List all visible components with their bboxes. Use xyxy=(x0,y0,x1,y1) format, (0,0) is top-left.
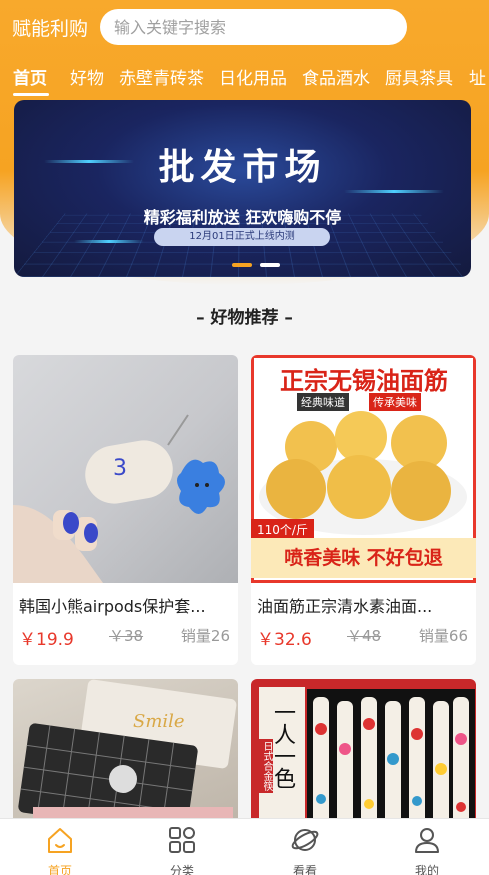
tab-food-wine[interactable]: 食品酒水 xyxy=(302,64,370,89)
planet-icon xyxy=(291,829,319,851)
nav-label: 分类 xyxy=(169,864,194,875)
image-unit-label: 110个/斤 xyxy=(251,519,314,540)
banner-dot[interactable] xyxy=(260,263,280,267)
gluten-balls-illustration xyxy=(259,411,467,535)
tab-more[interactable]: 址 xyxy=(469,64,486,89)
product-image-floor-mat[interactable]: Smile xyxy=(13,679,238,829)
search-bar[interactable] xyxy=(100,9,407,45)
chopstick-slogan: 一人一色 xyxy=(270,701,295,789)
product-price: ￥32.6 xyxy=(257,630,312,650)
banner-subtitle: 精彩福利放送 狂欢嗨购不停 xyxy=(143,208,342,227)
banner-pagination xyxy=(232,263,280,267)
product-image-airpods-case[interactable]: 3 xyxy=(13,355,238,583)
banner-light-streak xyxy=(74,240,144,243)
nav-label: 看看 xyxy=(292,864,317,875)
banner-light-streak xyxy=(344,190,444,193)
bottom-nav: 首页 分类 看看 我的 xyxy=(0,818,489,875)
product-card[interactable]: Smile xyxy=(13,679,238,829)
tab-goods[interactable]: 好物 xyxy=(70,64,104,89)
product-name: 油面筋正宗清水素油面... xyxy=(257,597,433,616)
nav-label: 我的 xyxy=(414,864,439,875)
tab-kitchenware[interactable]: 厨具茶具 xyxy=(385,64,453,89)
chopsticks-illustration xyxy=(307,689,475,829)
mat-text: Smile xyxy=(133,711,185,732)
product-price: ￥19.9 xyxy=(19,630,74,650)
header: 赋能利购 xyxy=(0,0,489,56)
product-image-gluten-balls[interactable]: 正宗无锡油面筋 经典味道 传承美味 110个/斤 喷香美味 不好包退 xyxy=(251,355,476,583)
image-footer: 喷香美味 不好包退 xyxy=(251,538,476,578)
promo-banner[interactable]: 批发市场 精彩福利放送 狂欢嗨购不停 12月01日正式上线内测 xyxy=(14,100,471,277)
image-headline: 正宗无锡油面筋 xyxy=(280,367,448,395)
product-card[interactable]: 3 韩国小熊airpods保护套... ￥19.9 ￥38 销量26 xyxy=(13,355,238,665)
nav-label: 首页 xyxy=(47,864,72,875)
user-icon xyxy=(415,828,439,853)
tab-daily-chem[interactable]: 日化用品 xyxy=(219,64,287,89)
airpods-case-illustration: 3 xyxy=(13,414,225,583)
nav-profile[interactable]: 我的 xyxy=(397,825,457,875)
nav-home[interactable]: 首页 xyxy=(30,825,90,875)
search-input[interactable] xyxy=(114,17,407,37)
product-card[interactable]: 一人一色 日式合金筷 xyxy=(251,679,476,829)
category-tabs: 首页 好物 赤壁青砖茶 日化用品 食品酒水 厨具茶具 址 xyxy=(0,60,489,96)
tab-active-indicator xyxy=(13,93,49,96)
banner-dot-active[interactable] xyxy=(232,263,252,267)
nav-explore[interactable]: 看看 xyxy=(275,825,335,875)
svg-text:3: 3 xyxy=(113,456,127,481)
banner-date-pill: 12月01日正式上线内测 xyxy=(154,228,330,246)
banner-title: 批发市场 xyxy=(158,147,327,188)
tab-chibi-tea[interactable]: 赤壁青砖茶 xyxy=(119,64,204,89)
category-grid-icon xyxy=(169,827,195,853)
tab-home[interactable]: 首页 xyxy=(13,64,47,89)
product-image-chopsticks[interactable]: 一人一色 日式合金筷 xyxy=(251,679,476,829)
product-name: 韩国小熊airpods保护套... xyxy=(19,597,206,616)
product-sales: 销量26 xyxy=(180,627,230,645)
product-original-price: ￥38 xyxy=(109,627,144,645)
home-icon xyxy=(48,828,72,853)
product-card[interactable]: 正宗无锡油面筋 经典味道 传承美味 110个/斤 喷香美味 不好包退 油面筋正宗… xyxy=(251,355,476,665)
app-title: 赋能利购 xyxy=(12,18,89,40)
product-sales: 销量66 xyxy=(418,627,468,645)
section-title: – 好物推荐 – xyxy=(196,308,293,328)
floor-mat-illustration xyxy=(18,679,237,829)
nav-category[interactable]: 分类 xyxy=(152,825,212,875)
product-original-price: ￥48 xyxy=(347,627,382,645)
chopstick-side-label: 日式合金筷 xyxy=(259,739,273,793)
